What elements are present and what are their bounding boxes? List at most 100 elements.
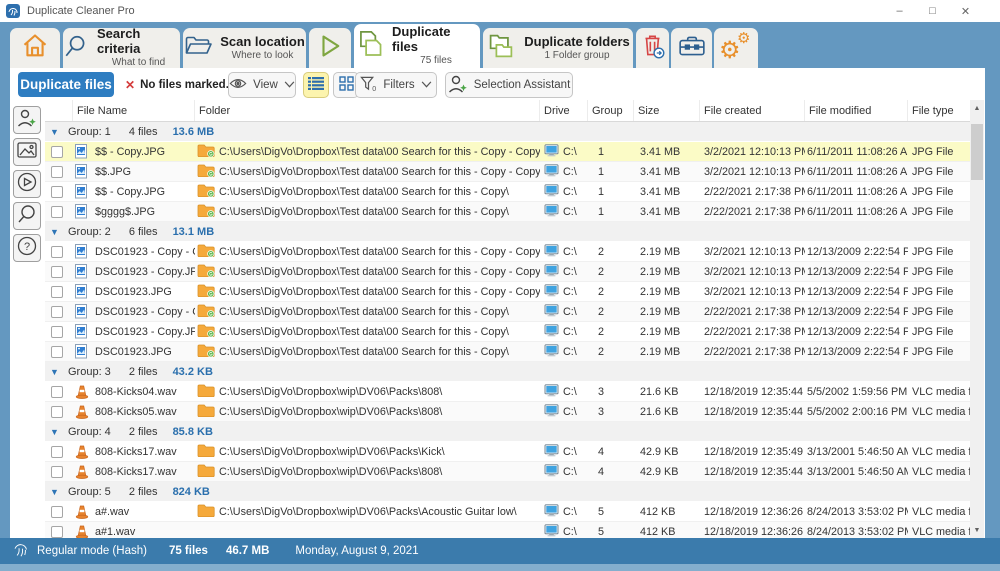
view-dropdown-button[interactable]: View [228, 72, 296, 98]
group-collapse-icon[interactable]: ▼ [50, 367, 64, 377]
group-collapse-icon[interactable]: ▼ [50, 487, 64, 497]
row-checkbox[interactable] [51, 246, 63, 258]
drive-icon [544, 204, 559, 220]
vertical-scrollbar[interactable]: ▲ ▼ [970, 100, 984, 538]
file-row[interactable]: $$ - Copy.JPGC:\Users\DigVo\Dropbox\Test… [45, 182, 970, 202]
folder-icon [197, 384, 215, 400]
duplicate-files-title-button[interactable]: Duplicate files [18, 72, 114, 97]
size-cell: 3.41 MB [634, 182, 700, 201]
tab-settings[interactable]: ⚙⚙ [714, 28, 758, 68]
row-checkbox[interactable] [51, 266, 63, 278]
drive-icon [544, 384, 559, 400]
row-checkbox[interactable] [51, 506, 63, 518]
file-name-cell: $$ - Copy.JPG [95, 182, 195, 201]
tab-scan-location[interactable]: Scan location Where to look [183, 28, 306, 68]
row-checkbox[interactable] [51, 146, 63, 158]
file-row[interactable]: $gggg$.JPGC:\Users\DigVo\Dropbox\Test da… [45, 202, 970, 222]
row-checkbox[interactable] [51, 406, 63, 418]
size-cell: 2.19 MB [634, 242, 700, 261]
row-checkbox[interactable] [51, 186, 63, 198]
sidebar-zoom-search-button[interactable] [13, 202, 41, 230]
size-cell: 2.19 MB [634, 342, 700, 361]
close-button[interactable]: ✕ [949, 0, 982, 22]
file-row[interactable]: DSC01923.JPGC:\Users\DigVo\Dropbox\Test … [45, 342, 970, 362]
file-row[interactable]: 808-Kicks04.wavC:\Users\DigVo\Dropbox\wi… [45, 382, 970, 402]
scroll-up-icon[interactable]: ▲ [970, 100, 984, 116]
group-header-row[interactable]: ▼Group: 42 files85.8 KB [45, 422, 970, 442]
sidebar-selection-assistant-button[interactable] [13, 106, 41, 134]
drive-icon [544, 244, 559, 260]
row-checkbox[interactable] [51, 206, 63, 218]
status-date: Monday, August 9, 2021 [295, 545, 418, 557]
header-group[interactable]: Group [588, 100, 634, 121]
folder-icon [197, 204, 215, 220]
file-row[interactable]: $$.JPGC:\Users\DigVo\Dropbox\Test data\0… [45, 162, 970, 182]
row-checkbox[interactable] [51, 306, 63, 318]
created-cell: 3/2/2021 12:10:13 PM [700, 162, 805, 181]
file-row[interactable]: DSC01923.JPGC:\Users\DigVo\Dropbox\Test … [45, 282, 970, 302]
filters-dropdown-button[interactable]: 0 Filters [355, 72, 437, 98]
sidebar-image-preview-button[interactable] [13, 138, 41, 166]
list-view-toggle[interactable] [303, 72, 329, 98]
scrollbar-thumb[interactable] [971, 124, 983, 180]
file-row[interactable]: DSC01923 - Copy - Copy.JPGC:\Users\DigVo… [45, 242, 970, 262]
row-checkbox[interactable] [51, 326, 63, 338]
header-type[interactable]: File type [908, 100, 970, 121]
group-header-row[interactable]: ▼Group: 14 files13.6 MB [45, 122, 970, 142]
group-header-row[interactable]: ▼Group: 52 files824 KB [45, 482, 970, 502]
image-file-icon [73, 322, 95, 341]
group-collapse-icon[interactable]: ▼ [50, 227, 64, 237]
file-row[interactable]: 808-Kicks05.wavC:\Users\DigVo\Dropbox\wi… [45, 402, 970, 422]
maximize-button[interactable]: □ [916, 0, 949, 22]
drive-cell: C:\ [540, 522, 588, 538]
type-cell: JPG File [908, 162, 970, 181]
sidebar-media-player-button[interactable] [13, 170, 41, 198]
header-drive[interactable]: Drive [540, 100, 588, 121]
sidebar-help-button[interactable]: ? [13, 234, 41, 262]
minimize-button[interactable]: – [883, 0, 916, 22]
tab-remove-files[interactable] [636, 28, 669, 68]
vlc-media-file-icon [73, 502, 95, 521]
file-row[interactable]: DSC01923 - Copy.JPGC:\Users\DigVo\Dropbo… [45, 322, 970, 342]
duplicate-cleaner-window: Duplicate Cleaner Pro – □ ✕ Search crite… [0, 0, 1000, 571]
group-collapse-icon[interactable]: ▼ [50, 427, 64, 437]
header-created[interactable]: File created [700, 100, 805, 121]
tab-run-scan[interactable] [309, 28, 351, 68]
file-row[interactable]: 808-Kicks17.wavC:\Users\DigVo\Dropbox\wi… [45, 462, 970, 482]
tab-home[interactable] [10, 28, 60, 68]
group-collapse-icon[interactable]: ▼ [50, 127, 64, 137]
scroll-down-icon[interactable]: ▼ [970, 522, 984, 538]
row-checkbox[interactable] [51, 386, 63, 398]
row-checkbox[interactable] [51, 346, 63, 358]
row-checkbox[interactable] [51, 466, 63, 478]
modified-cell: 12/13/2009 2:22:54 PM [805, 262, 908, 281]
tab-search-criteria[interactable]: Search criteria What to find [63, 28, 180, 68]
file-row[interactable]: a#.wavC:\Users\DigVo\Dropbox\wip\DV06\Pa… [45, 502, 970, 522]
file-row[interactable]: $$ - Copy.JPGC:\Users\DigVo\Dropbox\Test… [45, 142, 970, 162]
tab-duplicate-folders[interactable]: Duplicate folders 1 Folder group [483, 28, 633, 68]
type-cell: VLC media file [908, 442, 970, 461]
file-row[interactable]: DSC01923 - Copy - Copy.JPGC:\Users\DigVo… [45, 302, 970, 322]
tab-duplicate-files[interactable]: Duplicate files 75 files [354, 24, 480, 68]
row-checkbox[interactable] [51, 526, 63, 538]
created-cell: 2/22/2021 2:17:38 PM [700, 322, 805, 341]
modified-cell: 5/5/2002 1:59:56 PM [805, 382, 908, 401]
row-checkbox[interactable] [51, 166, 63, 178]
file-row[interactable]: DSC01923 - Copy.JPGC:\Users\DigVo\Dropbo… [45, 262, 970, 282]
drive-icon [544, 164, 559, 180]
header-size[interactable]: Size [634, 100, 700, 121]
folder-path: C:\Users\DigVo\Dropbox\wip\DV06\Packs\80… [219, 386, 442, 398]
group-header-row[interactable]: ▼Group: 26 files13.1 MB [45, 222, 970, 242]
file-row[interactable]: 808-Kicks17.wavC:\Users\DigVo\Dropbox\wi… [45, 442, 970, 462]
header-modified[interactable]: File modified [805, 100, 908, 121]
tab-tools[interactable] [671, 28, 712, 68]
group-label: Group: 4 [68, 426, 111, 438]
selection-assistant-button[interactable]: Selection Assistant [445, 72, 573, 98]
row-checkbox[interactable] [51, 446, 63, 458]
header-file-name[interactable]: File Name [73, 100, 195, 121]
created-cell: 12/18/2019 12:36:26 PM [700, 502, 805, 521]
file-row[interactable]: a#1.wavC:\5412 KB12/18/2019 12:36:26 PM8… [45, 522, 970, 538]
row-checkbox[interactable] [51, 286, 63, 298]
header-folder[interactable]: Folder [195, 100, 540, 121]
group-header-row[interactable]: ▼Group: 32 files43.2 KB [45, 362, 970, 382]
